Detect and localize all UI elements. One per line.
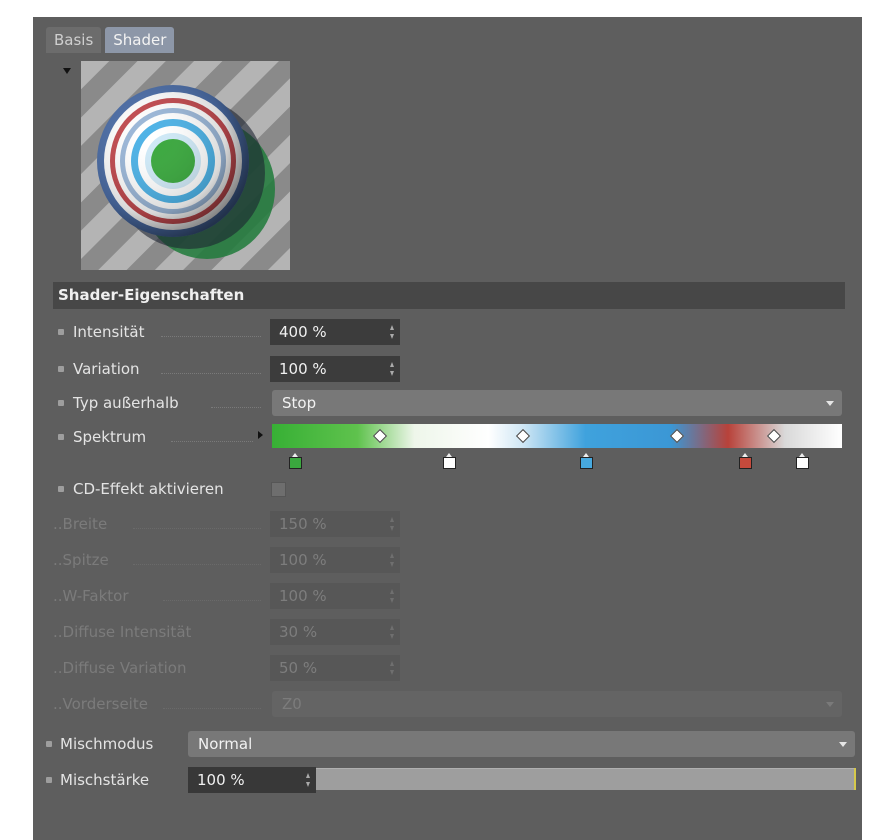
variation-field[interactable]: 100 % <box>270 356 400 382</box>
spectrum-knot[interactable] <box>579 453 593 469</box>
tab-bar: Basis Shader <box>46 27 175 53</box>
label-leader <box>133 564 261 565</box>
animation-dot-icon[interactable] <box>58 434 64 440</box>
row-diffuse-variation: ..Diffuse Variation 50 % <box>33 655 862 681</box>
cd-effect-label: CD-Effekt aktivieren <box>73 480 224 498</box>
label-leader <box>171 441 253 442</box>
label-leader <box>161 336 261 337</box>
spinner-arrows-icon[interactable] <box>390 325 395 339</box>
label-leader <box>163 708 261 709</box>
spinner-arrows-icon[interactable] <box>390 362 395 376</box>
diffuse-variation-value: 50 % <box>279 659 318 677</box>
label-leader <box>133 528 261 529</box>
spinner-arrows-icon <box>390 625 395 639</box>
chevron-down-icon <box>826 702 834 707</box>
animation-dot-icon[interactable] <box>58 366 64 372</box>
spinner-arrows-icon[interactable] <box>306 773 311 787</box>
diffuse-variation-label: ..Diffuse Variation <box>53 659 187 677</box>
blend-strength-field[interactable]: 100 % <box>188 767 316 793</box>
row-variation: Variation 100 % <box>33 356 862 382</box>
diffuse-intensity-value: 30 % <box>279 623 318 641</box>
row-w-factor: ..W-Faktor 100 % <box>33 583 862 609</box>
animation-dot-icon[interactable] <box>46 741 52 747</box>
w-factor-value: 100 % <box>279 587 327 605</box>
row-width: ..Breite 150 % <box>33 511 862 537</box>
row-cd-effect: CD-Effekt aktivieren <box>33 476 862 502</box>
peak-field: 100 % <box>270 547 400 573</box>
blend-mode-value: Normal <box>198 735 253 753</box>
label-leader <box>161 373 261 374</box>
label-leader <box>211 407 261 408</box>
spectrum-knot[interactable] <box>796 453 810 469</box>
preview-menu-arrow-icon[interactable] <box>63 68 71 74</box>
intensity-value: 400 % <box>279 323 327 341</box>
front-side-dropdown: Z0 <box>272 691 842 717</box>
spinner-arrows-icon <box>390 589 395 603</box>
blend-strength-slider-handle[interactable] <box>854 768 856 790</box>
material-preview-sphere-icon <box>81 61 290 270</box>
spectrum-knot[interactable] <box>739 453 753 469</box>
knot-swatch <box>442 457 456 469</box>
cd-effect-checkbox[interactable] <box>271 482 286 497</box>
knot-swatch <box>796 457 810 469</box>
width-value: 150 % <box>279 515 327 533</box>
intensity-field[interactable]: 400 % <box>270 319 400 345</box>
animation-dot-icon[interactable] <box>58 400 64 406</box>
type-outside-dropdown[interactable]: Stop <box>272 390 842 416</box>
row-peak: ..Spitze 100 % <box>33 547 862 573</box>
row-type-outside: Typ außerhalb Stop <box>33 390 862 416</box>
attribute-panel: Basis Shader Shader-Eigenschaften Intens… <box>33 17 862 840</box>
blend-strength-label: Mischstärke <box>60 771 150 789</box>
section-header-shader-properties: Shader-Eigenschaften <box>53 282 845 309</box>
variation-value: 100 % <box>279 360 327 378</box>
tab-basis[interactable]: Basis <box>46 27 102 53</box>
spectrum-expand-arrow-icon[interactable] <box>258 431 263 439</box>
spectrum-gradient-bar[interactable] <box>272 424 842 448</box>
tab-shader[interactable]: Shader <box>105 27 175 53</box>
blend-mode-dropdown[interactable]: Normal <box>188 731 855 757</box>
w-factor-label: ..W-Faktor <box>53 587 129 605</box>
spinner-arrows-icon <box>390 517 395 531</box>
spinner-arrows-icon <box>390 661 395 675</box>
diffuse-variation-field: 50 % <box>270 655 400 681</box>
width-label: ..Breite <box>53 515 108 533</box>
diffuse-intensity-field: 30 % <box>270 619 400 645</box>
material-preview <box>81 61 290 270</box>
row-front-side: ..Vorderseite Z0 <box>33 691 862 717</box>
blend-strength-slider[interactable] <box>316 768 854 790</box>
width-field: 150 % <box>270 511 400 537</box>
animation-dot-icon[interactable] <box>46 777 52 783</box>
spectrum-knot[interactable] <box>442 453 456 469</box>
spectrum-knot[interactable] <box>288 453 302 469</box>
row-blend-mode: Mischmodus Normal <box>33 731 862 757</box>
front-side-value: Z0 <box>282 695 302 713</box>
diffuse-intensity-label: ..Diffuse Intensität <box>53 623 192 641</box>
intensity-label: Intensität <box>73 323 145 341</box>
row-diffuse-intensity: ..Diffuse Intensität 30 % <box>33 619 862 645</box>
type-outside-value: Stop <box>282 394 317 412</box>
label-leader <box>163 600 261 601</box>
blend-mode-label: Mischmodus <box>60 735 154 753</box>
variation-label: Variation <box>73 360 140 378</box>
spectrum-label: Spektrum <box>73 428 147 446</box>
knot-swatch <box>579 457 593 469</box>
spinner-arrows-icon <box>390 553 395 567</box>
front-side-label: ..Vorderseite <box>53 695 148 713</box>
row-intensity: Intensität 400 % <box>33 319 862 345</box>
peak-value: 100 % <box>279 551 327 569</box>
chevron-down-icon <box>826 401 834 406</box>
knot-swatch <box>288 457 302 469</box>
type-outside-label: Typ außerhalb <box>73 394 179 412</box>
peak-label: ..Spitze <box>53 551 109 569</box>
animation-dot-icon[interactable] <box>58 486 64 492</box>
chevron-down-icon <box>839 742 847 747</box>
animation-dot-icon[interactable] <box>58 329 64 335</box>
w-factor-field: 100 % <box>270 583 400 609</box>
blend-strength-value: 100 % <box>197 771 245 789</box>
knot-swatch <box>739 457 753 469</box>
